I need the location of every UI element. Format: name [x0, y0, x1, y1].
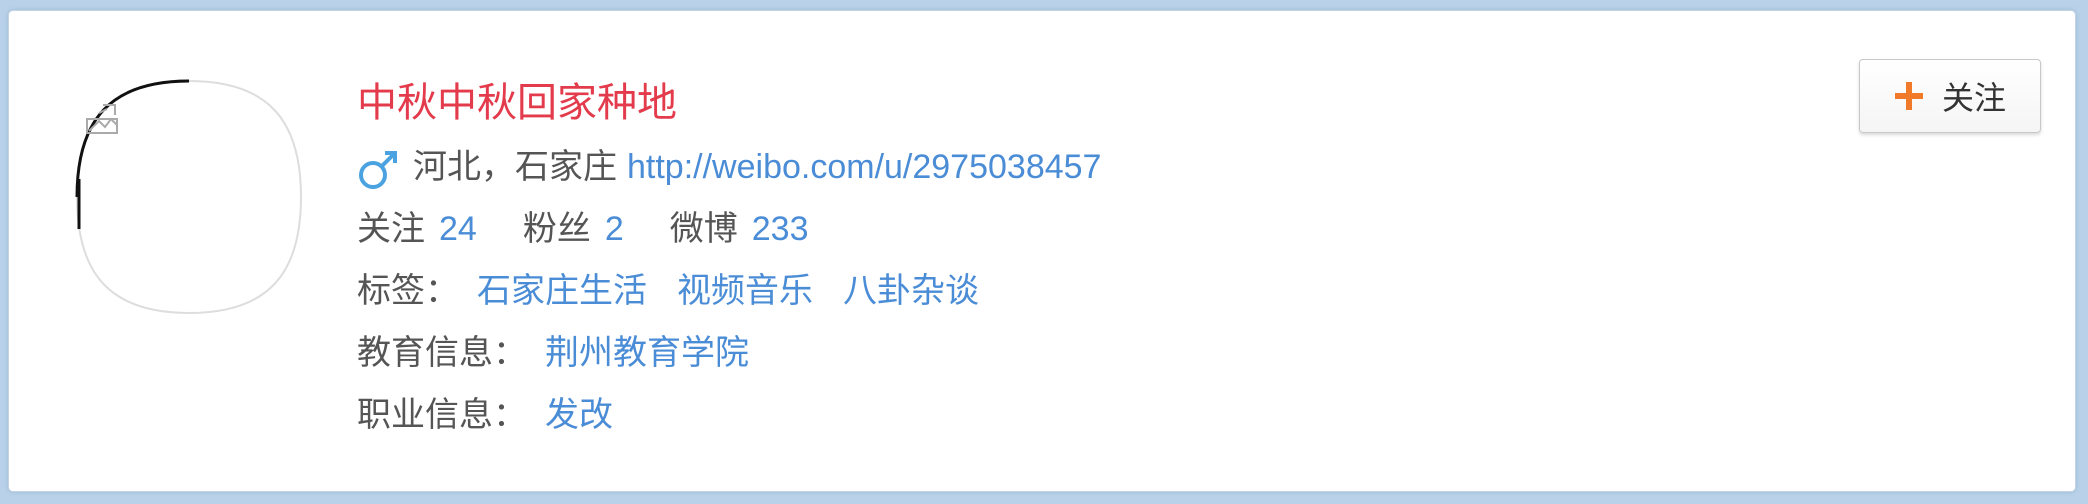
tags-label: 标签： [357, 271, 459, 311]
broken-image-icon [86, 104, 118, 134]
tag-link[interactable]: 石家庄生活 [477, 267, 647, 315]
location-row: 河北，石家庄 http://weibo.com/u/2975038457 [357, 143, 1101, 191]
posts-label: 微博 [669, 209, 738, 249]
user-name[interactable]: 中秋中秋回家种地 [357, 77, 677, 129]
user-card: 中秋中秋回家种地 河北，石家庄 http://weibo.com/u/29750… [8, 10, 2076, 492]
follow-button[interactable]: 关注 [1859, 59, 2041, 133]
avatar[interactable] [61, 69, 313, 325]
followers-label: 粉丝 [522, 209, 591, 249]
job-row: 职业信息： 发改 [357, 391, 613, 439]
education-row: 教育信息： 荆州教育学院 [357, 329, 749, 377]
education-label: 教育信息： [357, 333, 527, 373]
job-link[interactable]: 发改 [545, 391, 613, 439]
profile-url-link[interactable]: http://weibo.com/u/2975038457 [627, 143, 1101, 191]
location-text: 河北，石家庄 [413, 147, 617, 187]
male-icon [359, 151, 397, 189]
following-count[interactable]: 24 [439, 205, 477, 253]
education-link[interactable]: 荆州教育学院 [545, 329, 749, 377]
tag-link[interactable]: 视频音乐 [677, 267, 813, 315]
job-label: 职业信息： [357, 395, 527, 435]
tags-row: 标签： 石家庄生活 视频音乐 八卦杂谈 [357, 267, 1009, 315]
counts-row: 关注 24 粉丝 2 微博 233 [357, 205, 854, 253]
follow-button-label: 关注 [1941, 79, 2006, 117]
followers-count[interactable]: 2 [605, 205, 624, 253]
tag-link[interactable]: 八卦杂谈 [843, 267, 979, 315]
plus-icon [1894, 82, 1923, 110]
posts-count[interactable]: 233 [752, 205, 809, 253]
following-label: 关注 [357, 209, 425, 249]
